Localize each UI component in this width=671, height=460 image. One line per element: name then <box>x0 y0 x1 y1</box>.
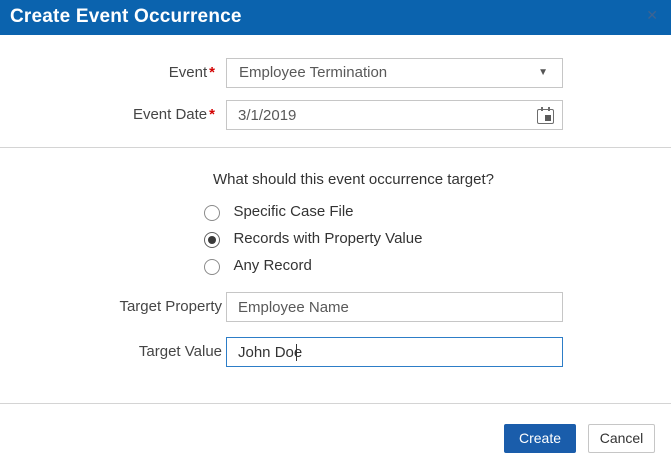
radio-label: Specific Case File <box>233 203 353 220</box>
event-date-input[interactable] <box>226 100 563 130</box>
event-date-label: Event Date* <box>0 100 215 130</box>
target-property-label: Target Property <box>0 292 222 322</box>
required-asterisk: * <box>209 106 215 123</box>
radio-label: Any Record <box>233 257 311 274</box>
event-label-text: Event <box>169 64 207 81</box>
section-divider-top <box>0 147 671 148</box>
event-label: Event* <box>0 58 215 88</box>
radio-button-icon <box>204 259 220 275</box>
event-dropdown-value: Employee Termination <box>239 59 387 87</box>
calendar-icon[interactable] <box>536 106 556 125</box>
cancel-button[interactable]: Cancel <box>588 424 655 453</box>
target-property-input[interactable] <box>226 292 563 322</box>
event-date-label-text: Event Date <box>133 106 207 123</box>
event-dropdown[interactable]: Employee Termination ▼ <box>226 58 563 88</box>
create-event-occurrence-dialog: Create Event Occurrence ✕ Event* Employe… <box>0 0 671 460</box>
section-divider-bottom <box>0 403 671 404</box>
close-icon[interactable]: ✕ <box>646 0 658 30</box>
target-value-label: Target Value <box>0 337 222 367</box>
required-asterisk: * <box>209 64 215 81</box>
target-value-input[interactable] <box>226 337 563 367</box>
radio-records-with-property-value[interactable]: Records with Property Value <box>204 231 422 249</box>
radio-button-icon <box>204 205 220 221</box>
create-button[interactable]: Create <box>504 424 576 453</box>
radio-label: Records with Property Value <box>233 230 422 247</box>
target-question: What should this event occurrence target… <box>213 171 494 188</box>
chevron-down-icon: ▼ <box>538 59 548 87</box>
radio-button-selected-icon <box>204 232 220 248</box>
radio-specific-case-file[interactable]: Specific Case File <box>204 204 354 222</box>
text-caret <box>296 344 297 361</box>
dialog-title: Create Event Occurrence <box>10 0 242 34</box>
radio-any-record[interactable]: Any Record <box>204 258 312 276</box>
dialog-titlebar: Create Event Occurrence ✕ <box>0 0 671 35</box>
